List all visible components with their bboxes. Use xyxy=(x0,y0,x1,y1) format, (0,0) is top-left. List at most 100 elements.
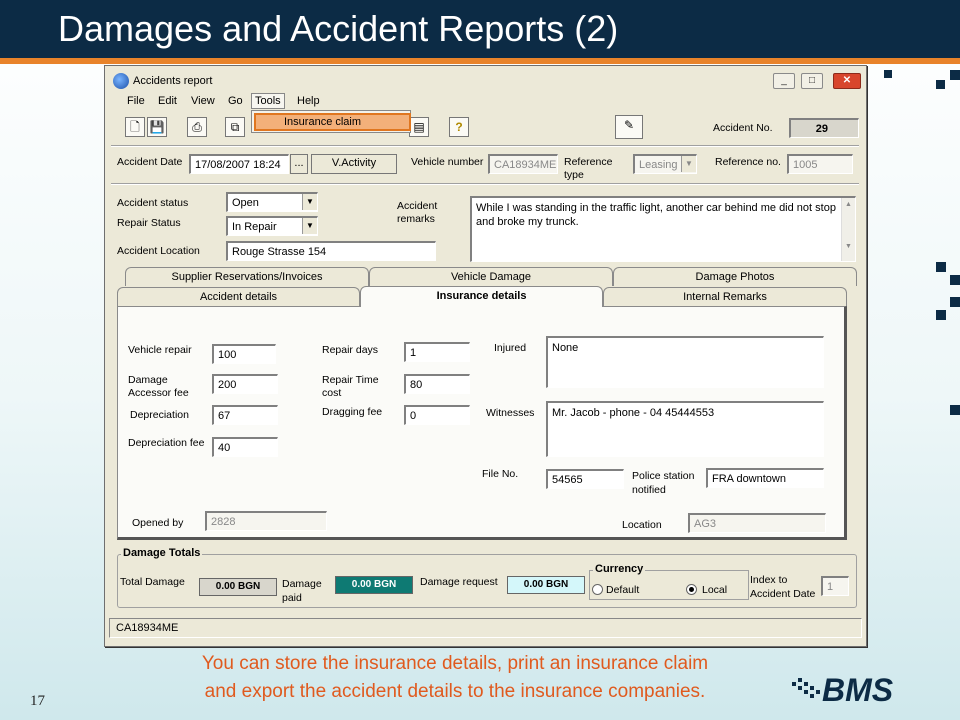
reference-type-select[interactable]: Leasing ▼ xyxy=(633,154,697,174)
file-no-field[interactable]: 54565 xyxy=(546,469,624,489)
window-titlebar[interactable]: Accidents report _ □ ✕ xyxy=(107,69,864,91)
vertical-scrollbar[interactable]: ▲ ▼ xyxy=(841,198,855,261)
menu-help[interactable]: Help xyxy=(297,95,320,107)
accident-date-field[interactable]: 17/08/2007 18:24 xyxy=(189,154,289,174)
location-label: Location xyxy=(622,519,662,531)
damage-accessor-fee-label-2: Accessor fee xyxy=(128,387,189,399)
injured-label: Injured xyxy=(494,342,527,354)
currency-group: Currency Default Local xyxy=(589,563,749,600)
index-field: 1 xyxy=(821,576,849,596)
menubar: File Edit View Go Tools Help xyxy=(107,93,864,111)
repair-status-label: Repair Status xyxy=(117,217,181,229)
tab-damage-photos[interactable]: Damage Photos xyxy=(613,267,857,286)
witnesses-textarea[interactable]: Mr. Jacob - phone - 04 45444553 xyxy=(546,401,824,457)
reference-type-label-2: type xyxy=(564,169,584,181)
menu-view[interactable]: View xyxy=(191,95,215,107)
chevron-down-icon[interactable]: ▼ xyxy=(302,218,317,234)
repair-time-cost-label-2: cost xyxy=(322,387,342,399)
decor-square xyxy=(950,70,960,80)
accident-remarks-textarea[interactable]: While I was standing in the traffic ligh… xyxy=(470,196,856,262)
damage-paid-label: Damage xyxy=(282,578,322,590)
opened-by-field: 2828 xyxy=(205,511,327,531)
menu-go[interactable]: Go xyxy=(228,95,243,107)
edit-report-icon[interactable]: ✎ xyxy=(615,115,643,139)
police-station-label-2: notified xyxy=(632,484,666,496)
toolbar: 🗋 💾 ⎙ ⧉ ▤ ? ✎ Accident No. 29 xyxy=(107,113,864,143)
close-icon[interactable]: ✕ xyxy=(833,73,861,89)
accent-rule xyxy=(0,58,960,64)
window-title: Accidents report xyxy=(133,75,213,87)
currency-local-label: Local xyxy=(702,584,728,596)
accident-no-label: Accident No. xyxy=(713,122,773,134)
witnesses-text: Mr. Jacob - phone - 04 45444553 xyxy=(552,407,715,419)
accident-status-label: Accident status xyxy=(117,197,189,209)
injured-text: None xyxy=(552,342,579,354)
menu-file[interactable]: File xyxy=(127,95,145,107)
maximize-icon[interactable]: □ xyxy=(801,73,823,89)
copy-icon[interactable]: ⧉ xyxy=(225,117,245,137)
index-label: Index to xyxy=(750,574,788,586)
vehicle-repair-label: Vehicle repair xyxy=(128,344,192,356)
repair-time-cost-field[interactable]: 80 xyxy=(404,374,470,394)
repair-time-cost-label: Repair Time xyxy=(322,374,379,386)
minimize-icon[interactable]: _ xyxy=(773,73,795,89)
file-no-label: File No. xyxy=(482,468,519,480)
divider xyxy=(111,183,859,185)
decor-square xyxy=(936,80,945,89)
location-field: AG3 xyxy=(688,513,826,533)
dragging-fee-field[interactable]: 0 xyxy=(404,405,470,425)
tab-vehicle-damage[interactable]: Vehicle Damage xyxy=(369,267,613,286)
depreciation-fee-field[interactable]: 40 xyxy=(212,437,278,457)
currency-default-radio[interactable] xyxy=(592,584,603,595)
insurance-details-panel: Vehicle repair 100 Damage Accessor fee 2… xyxy=(117,306,847,540)
tab-insurance-details[interactable]: Insurance details xyxy=(360,286,603,307)
menu-edit[interactable]: Edit xyxy=(158,95,177,107)
chevron-down-icon[interactable]: ▼ xyxy=(681,156,696,172)
currency-local-radio[interactable] xyxy=(686,584,697,595)
accident-remarks-label-2: remarks xyxy=(397,213,435,225)
reference-no-field[interactable]: 1005 xyxy=(787,154,853,174)
repair-days-label: Repair days xyxy=(322,344,379,356)
witnesses-label: Witnesses xyxy=(486,407,535,419)
status-bar: CA18934ME xyxy=(109,618,862,638)
menu-insurance-claim[interactable]: Insurance claim xyxy=(254,113,411,131)
accident-remarks-label: Accident xyxy=(397,200,438,212)
help-icon[interactable]: ? xyxy=(449,117,469,137)
vehicle-repair-field[interactable]: 100 xyxy=(212,344,276,364)
chevron-down-icon[interactable]: ▼ xyxy=(302,194,317,210)
decor-square xyxy=(936,310,946,320)
tools-dropdown: Insurance claim xyxy=(251,110,411,133)
caption-line-1: You can store the insurance details, pri… xyxy=(201,653,709,674)
reference-type-label: Reference xyxy=(564,156,613,168)
divider xyxy=(111,145,859,147)
menu-tools[interactable]: Tools xyxy=(251,93,285,109)
export-icon[interactable]: ▤ xyxy=(409,117,429,137)
repair-days-field[interactable]: 1 xyxy=(404,342,470,362)
total-damage-label: Total Damage xyxy=(120,576,185,588)
tab-supplier-reservations[interactable]: Supplier Reservations/Invoices xyxy=(125,267,369,286)
damage-accessor-fee-field[interactable]: 200 xyxy=(212,374,278,394)
police-station-label: Police station xyxy=(632,470,695,482)
caption-line-2: and export the accident details to the i… xyxy=(204,681,706,702)
tab-internal-remarks[interactable]: Internal Remarks xyxy=(603,287,847,306)
police-station-field[interactable]: FRA downtown xyxy=(706,468,824,488)
decor-square xyxy=(884,70,892,78)
vehicle-number-field: CA18934ME xyxy=(488,154,558,174)
new-icon[interactable]: 🗋 xyxy=(125,117,145,137)
print-icon[interactable]: ⎙ xyxy=(187,117,207,137)
accident-date-label: Accident Date xyxy=(117,156,183,168)
accident-location-field[interactable]: Rouge Strasse 154 xyxy=(226,241,436,261)
save-icon[interactable]: 💾 xyxy=(147,117,167,137)
browse-button[interactable]: ... xyxy=(290,154,308,174)
repair-status-select[interactable]: In Repair ▼ xyxy=(226,216,318,236)
decor-square xyxy=(950,275,960,285)
currency-title: Currency xyxy=(593,563,646,575)
tab-accident-details[interactable]: Accident details xyxy=(117,287,360,306)
injured-textarea[interactable]: None xyxy=(546,336,824,388)
damage-totals-group: Damage Totals Total Damage 0.00 BGN Dama… xyxy=(117,547,857,608)
vehicle-number-label: Vehicle number xyxy=(411,156,484,168)
damage-paid-label-2: paid xyxy=(282,592,302,604)
accident-status-select[interactable]: Open ▼ xyxy=(226,192,318,212)
v-activity-button[interactable]: V.Activity xyxy=(311,154,397,174)
depreciation-field[interactable]: 67 xyxy=(212,405,278,425)
